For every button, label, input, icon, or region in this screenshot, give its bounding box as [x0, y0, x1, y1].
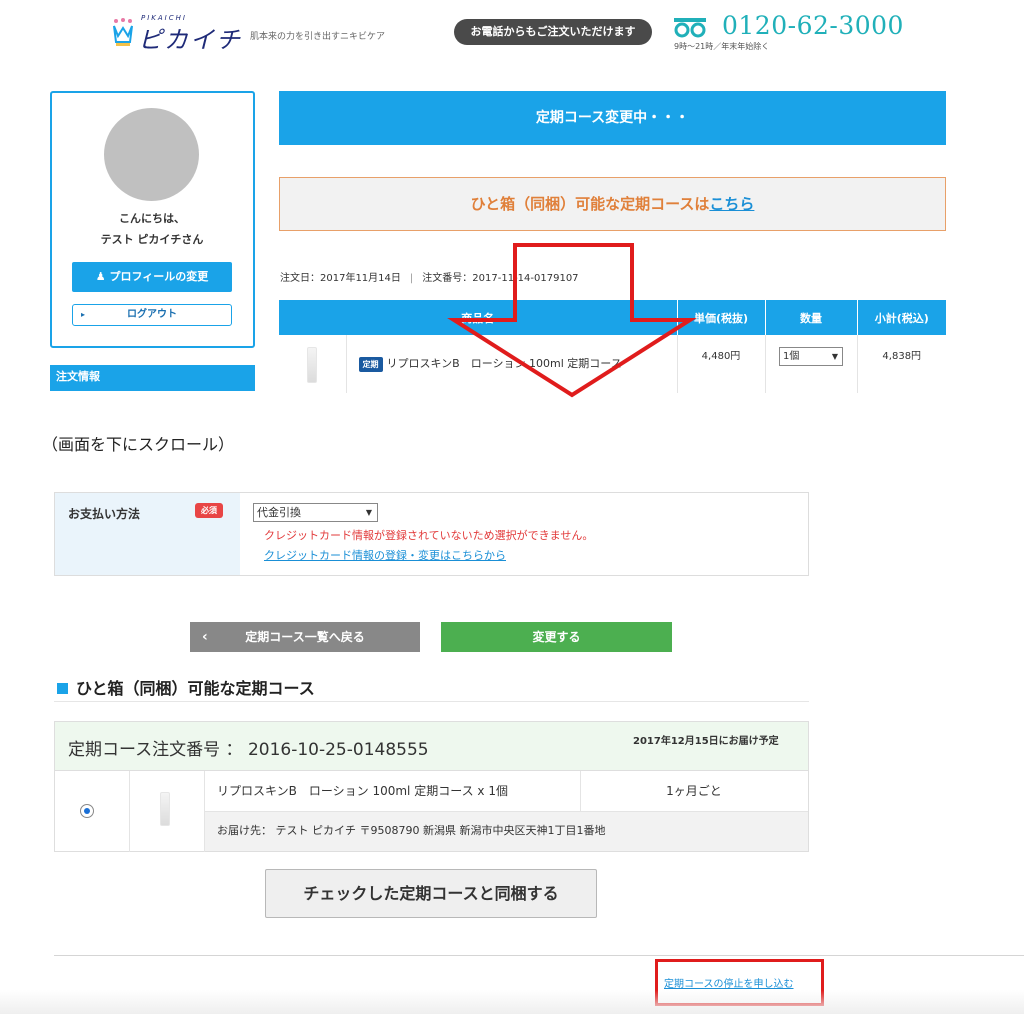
- product-bottle-image: [307, 347, 318, 383]
- payment-method-value: 代金引換: [257, 506, 301, 519]
- subtotal: 4,838円: [882, 351, 922, 362]
- column-header-quantity: 数量: [765, 300, 858, 335]
- credit-card-register-link[interactable]: クレジットカード情報の登録・変更はこちらから: [264, 547, 506, 563]
- payment-error-message: クレジットカード情報が登録されていないため選択ができません。: [264, 529, 594, 542]
- greeting: こんにちは、 テスト ピカイチさん: [52, 208, 252, 250]
- bundle-notice-link[interactable]: こちら: [709, 195, 754, 213]
- brand-tagline: 肌本来の力を引き出すニキビケア: [250, 32, 386, 42]
- course-select-radio[interactable]: [80, 804, 94, 818]
- freedial-icon: [674, 18, 706, 38]
- subscription-tag: 定期: [358, 356, 383, 372]
- course-address: お届け先： テスト ピカイチ 〒9508790 新潟県 新潟市中央区天神1丁目1…: [217, 824, 606, 837]
- profile-change-button[interactable]: ♟ プロフィールの変更: [72, 262, 232, 292]
- caret-down-icon: ▼: [831, 352, 838, 361]
- logout-button[interactable]: ▸ ログアウト: [72, 304, 232, 326]
- caret-down-icon: ▼: [365, 508, 372, 517]
- crown-icon: [113, 18, 133, 46]
- bottom-fade: [0, 990, 1024, 1014]
- chevron-left-icon: ‹: [202, 629, 208, 645]
- user-icon: ♟: [95, 270, 110, 283]
- divider: |: [409, 273, 414, 284]
- required-badge: 必須: [195, 503, 223, 518]
- bundle-notice-text: ひと箱（同梱）可能な定期コースは: [470, 195, 710, 213]
- course-product: リプロスキンB ローション 100ml 定期コース x 1個: [217, 784, 508, 798]
- course-delivery-date: 2017年12月15日にお届け予定: [633, 736, 779, 747]
- quantity-value: 1個: [783, 351, 800, 362]
- course-order-number: 定期コース注文番号 ： 2016-10-25-0148555: [68, 740, 429, 760]
- brand-logo[interactable]: ピカイチ: [138, 20, 242, 55]
- bundle-section-title: ひと箱（同梱）可能な定期コース: [57, 675, 315, 699]
- back-label: 定期コース一覧へ戻る: [245, 630, 365, 644]
- scroll-note: （画面を下にスクロール）: [42, 435, 235, 454]
- divider: [54, 955, 1024, 956]
- back-to-course-list-button[interactable]: ‹ 定期コース一覧へ戻る: [190, 622, 420, 652]
- bundle-with-checked-course-button[interactable]: チェックした定期コースと同梱する: [265, 869, 597, 918]
- avatar: [104, 108, 199, 201]
- product-image-cell: [279, 335, 347, 393]
- quantity-cell: 1個 ▼: [765, 335, 858, 393]
- bundle-section-title-text: ひと箱（同梱）可能な定期コース: [76, 679, 315, 698]
- bundle-notice: ひと箱（同梱）可能な定期コースはこちら: [279, 177, 946, 231]
- phone-number[interactable]: 0120-62-3000: [722, 11, 904, 40]
- arrow-right-icon: ▸: [81, 310, 86, 319]
- phone-order-badge: お電話からもご注文いただけます: [454, 19, 652, 45]
- course-cycle: 1ヶ月ごと: [666, 784, 722, 798]
- logout-label: ログアウト: [127, 309, 177, 320]
- divider: [54, 701, 809, 702]
- phone-hours: 9時〜21時／年末年始除く: [674, 42, 770, 51]
- order-date: 注文日：2017年11月14日: [280, 273, 401, 284]
- quantity-select[interactable]: 1個 ▼: [779, 347, 843, 366]
- user-name: テスト ピカイチさん: [100, 233, 204, 246]
- change-submit-button[interactable]: 変更する: [441, 622, 672, 652]
- payment-method-label: お支払い方法: [68, 507, 141, 521]
- product-bottle-image: [160, 792, 170, 826]
- square-bullet-icon: [57, 683, 68, 694]
- course-changing-banner: 定期コース変更中・・・: [279, 91, 946, 145]
- profile-change-label: プロフィールの変更: [109, 270, 209, 283]
- sidebar-section-order-info[interactable]: 注文情報: [50, 365, 255, 391]
- greeting-line: こんにちは、: [119, 212, 185, 225]
- annotation-arrow-icon: [447, 243, 697, 398]
- payment-method-select[interactable]: 代金引換 ▼: [253, 503, 378, 522]
- column-header-subtotal: 小計(税込): [857, 300, 946, 335]
